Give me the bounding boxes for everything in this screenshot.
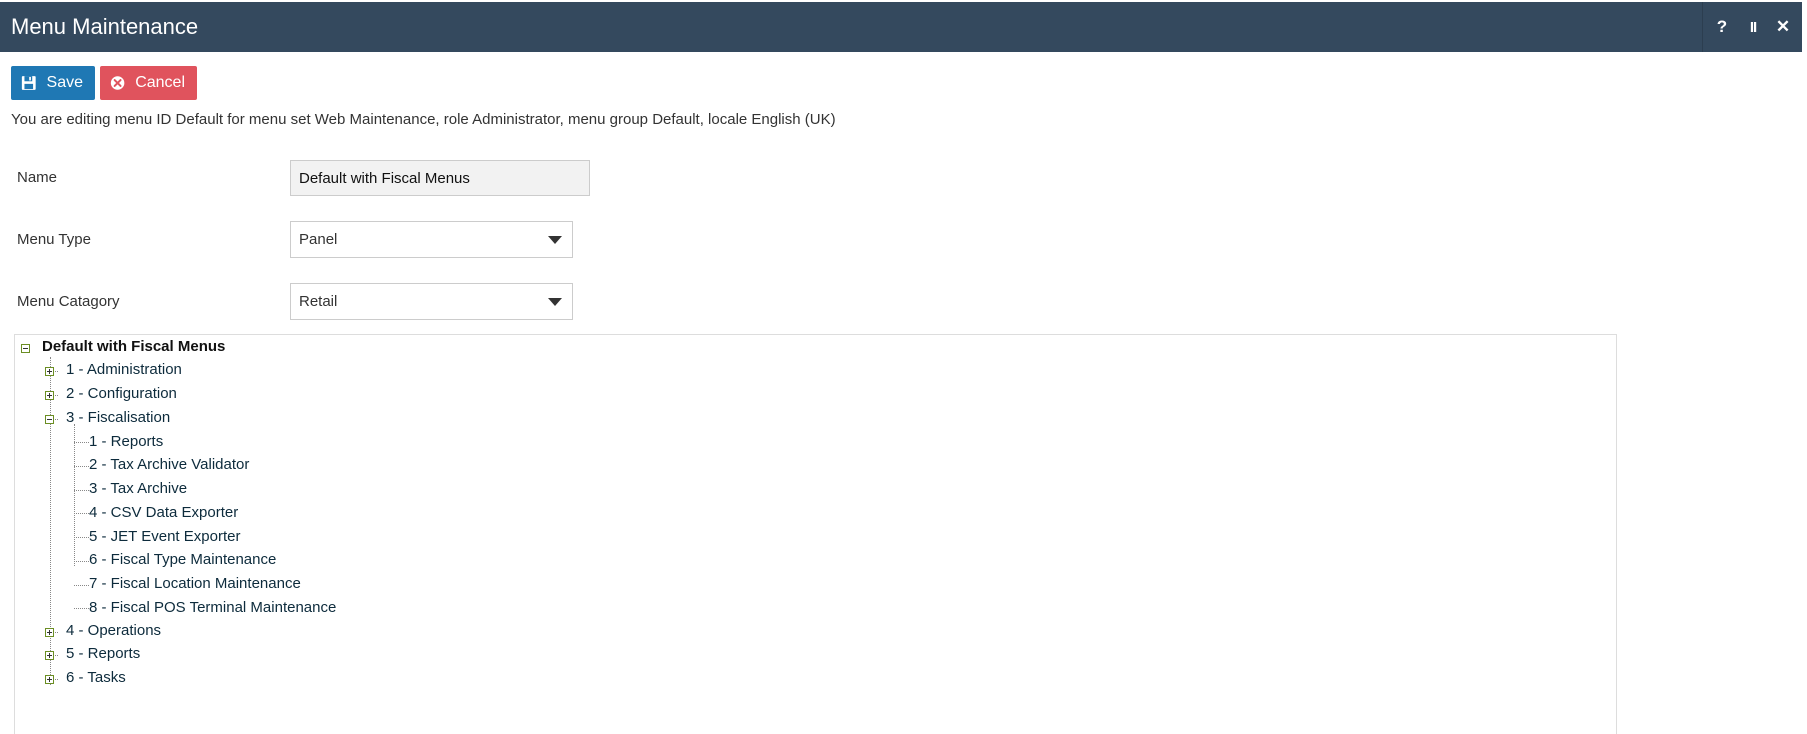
save-button-label: Save [46,74,83,91]
help-icon[interactable]: ? [1707,2,1737,52]
expand-icon[interactable] [45,628,54,637]
x-circle-icon [110,76,125,90]
window-title: Menu Maintenance [11,14,199,39]
tree-connector-line [74,490,89,491]
tree-node-fiscal-type-maintenance[interactable]: 6 - Fiscal Type Maintenance [89,550,276,570]
tree-node-fiscalisation[interactable]: 3 - Fiscalisation [66,408,170,428]
chevron-down-icon [548,236,562,244]
expand-icon[interactable] [45,651,54,660]
tree-node-jet-event-exporter[interactable]: 5 - JET Event Exporter [89,527,240,547]
tree-root-node[interactable]: Default with Fiscal Menus [42,337,225,357]
title-bar: Menu Maintenance ? II ✕ [0,2,1802,52]
expand-icon[interactable] [45,675,54,684]
title-bar-divider [1702,2,1703,52]
menu-category-value: Retail [299,293,338,310]
close-icon[interactable]: ✕ [1768,2,1798,52]
tree-connector-line [74,513,89,514]
tree-node-tasks[interactable]: 6 - Tasks [66,668,126,688]
chevron-down-icon [548,298,562,306]
tree-connector-line [74,585,89,586]
name-input[interactable] [290,160,590,196]
pause-icon[interactable]: II [1738,2,1768,52]
tree-node-fiscal-pos-terminal-maintenance[interactable]: 8 - Fiscal POS Terminal Maintenance [89,598,336,618]
name-label: Name [17,169,58,186]
tree-connector-line [74,424,75,566]
tree-node-tax-archive-validator[interactable]: 2 - Tax Archive Validator [89,455,249,475]
tree-node-csv-data-exporter[interactable]: 4 - CSV Data Exporter [89,503,238,523]
menu-category-select[interactable]: Retail [290,283,573,320]
collapse-icon[interactable] [21,344,30,353]
tree-node-configuration[interactable]: 2 - Configuration [66,384,177,404]
cancel-button[interactable]: Cancel [100,66,197,100]
tree-connector-line [74,466,89,467]
save-button[interactable]: Save [11,66,95,100]
menu-type-label: Menu Type [17,231,91,248]
tree-node-tax-archive[interactable]: 3 - Tax Archive [89,479,187,499]
expand-icon[interactable] [45,367,54,376]
floppy-disk-icon [21,76,36,90]
tree-connector-line [74,537,89,538]
tree-node-administration[interactable]: 1 - Administration [66,360,182,380]
menu-type-value: Panel [299,231,338,248]
tree-node-operations[interactable]: 4 - Operations [66,621,161,641]
collapse-icon[interactable] [45,415,54,424]
tree-node-fiscal-reports[interactable]: 1 - Reports [89,432,163,452]
editing-info-text: You are editing menu ID Default for menu… [11,111,836,128]
tree-node-reports[interactable]: 5 - Reports [66,644,140,664]
expand-icon[interactable] [45,391,54,400]
menu-tree: Default with Fiscal Menus 1 - Administra… [14,334,1617,734]
tree-connector-line [74,561,89,562]
cancel-button-label: Cancel [135,74,185,91]
tree-connector-line [74,608,89,609]
tree-node-fiscal-location-maintenance[interactable]: 7 - Fiscal Location Maintenance [89,574,301,594]
menu-category-label: Menu Catagory [17,293,120,310]
menu-type-select[interactable]: Panel [290,221,573,258]
tree-connector-line [74,442,89,443]
